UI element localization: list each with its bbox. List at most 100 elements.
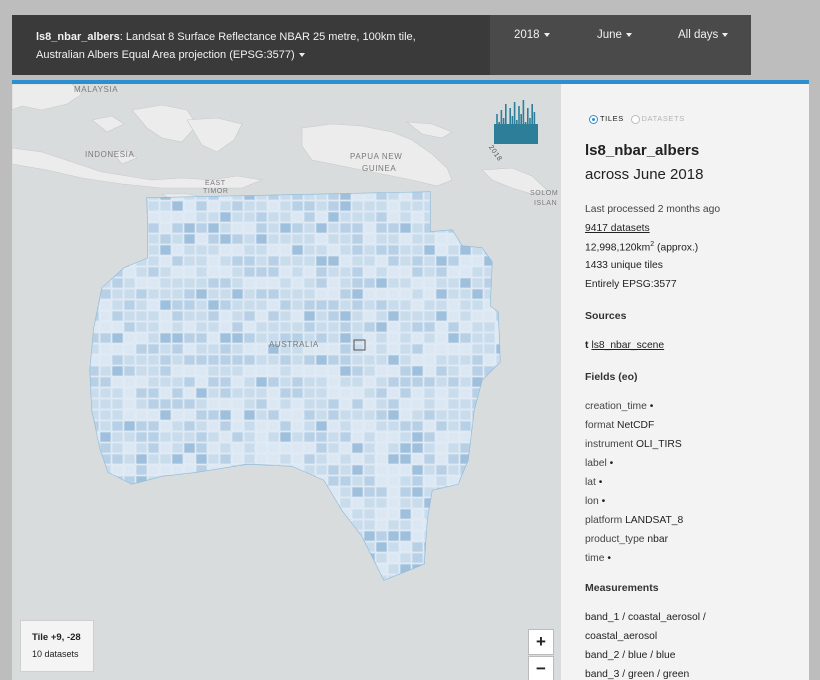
dataset-count-link[interactable]: 9417 datasets bbox=[585, 223, 650, 234]
coverage-tile bbox=[99, 365, 112, 377]
coverage-tile bbox=[387, 310, 400, 322]
coverage-tile bbox=[255, 453, 268, 465]
coverage-tile bbox=[255, 321, 268, 333]
zoom-out-button[interactable]: − bbox=[528, 656, 554, 680]
coverage-tile bbox=[171, 398, 184, 410]
coverage-tile bbox=[387, 222, 400, 234]
coverage-tile bbox=[447, 365, 460, 377]
coverage-tile bbox=[375, 398, 388, 410]
coverage-tile bbox=[387, 376, 400, 388]
coverage-tile bbox=[123, 409, 136, 421]
coverage-tile bbox=[147, 420, 160, 432]
coverage-tile bbox=[315, 409, 328, 421]
coverage-tile bbox=[147, 211, 160, 223]
coverage-tile bbox=[171, 266, 184, 278]
coverage-tile bbox=[243, 398, 256, 410]
coverage-tile bbox=[111, 387, 124, 399]
coverage-tile bbox=[363, 277, 376, 289]
coverage-tile bbox=[183, 266, 196, 278]
coverage-tile bbox=[207, 354, 220, 366]
coverage-tile bbox=[327, 321, 340, 333]
coverage-tile bbox=[375, 486, 388, 498]
coverage-tile bbox=[375, 266, 388, 278]
coverage-tile bbox=[99, 431, 112, 443]
coverage-tile bbox=[243, 321, 256, 333]
coverage-tile bbox=[255, 420, 268, 432]
tiles-radio[interactable]: TILES bbox=[589, 114, 624, 124]
coverage-tile bbox=[111, 464, 124, 476]
field-row: product_type nbar bbox=[585, 534, 668, 545]
coverage-tile bbox=[135, 343, 148, 355]
coverage-tile bbox=[207, 255, 220, 267]
coverage-tile bbox=[423, 442, 436, 454]
coverage-tile bbox=[255, 288, 268, 300]
coverage-tile bbox=[363, 299, 376, 311]
coverage-tile bbox=[123, 442, 136, 454]
coverage-tile bbox=[135, 387, 148, 399]
coverage-tile bbox=[435, 354, 448, 366]
coverage-tile bbox=[123, 431, 136, 443]
coverage-tile bbox=[255, 233, 268, 245]
coverage-tile bbox=[111, 376, 124, 388]
coverage-tile bbox=[255, 200, 268, 212]
coverage-tile bbox=[147, 266, 160, 278]
coverage-tile bbox=[147, 299, 160, 311]
coverage-tile bbox=[399, 343, 412, 355]
day-dropdown[interactable]: All days bbox=[678, 29, 729, 41]
coverage-tile bbox=[387, 420, 400, 432]
coverage-tile bbox=[219, 420, 232, 432]
coverage-tile bbox=[315, 310, 328, 322]
map-label-australia: AUSTRALIA bbox=[269, 340, 319, 349]
source-link[interactable]: ls8_nbar_scene bbox=[591, 340, 664, 351]
coverage-tile bbox=[399, 387, 412, 399]
coverage-tile bbox=[291, 255, 304, 267]
coverage-tile bbox=[279, 354, 292, 366]
coverage-tile bbox=[243, 387, 256, 399]
coverage-tile bbox=[303, 310, 316, 322]
field-row: creation_time • bbox=[585, 401, 653, 412]
coverage-tile bbox=[483, 343, 496, 355]
coverage-tile bbox=[387, 211, 400, 223]
coverage-tile bbox=[255, 211, 268, 223]
coverage-tile bbox=[111, 409, 124, 421]
year-dropdown[interactable]: 2018 bbox=[514, 29, 550, 41]
coverage-tile bbox=[123, 321, 136, 333]
coverage-tile bbox=[231, 431, 244, 443]
coverage-tile bbox=[351, 354, 364, 366]
coverage-tile bbox=[447, 321, 460, 333]
coverage-tile bbox=[267, 398, 280, 410]
coverage-tile bbox=[315, 453, 328, 465]
coverage-tile bbox=[171, 453, 184, 465]
map-canvas bbox=[12, 84, 561, 680]
coverage-tile bbox=[123, 365, 136, 377]
coverage-tile bbox=[399, 354, 412, 366]
month-dropdown[interactable]: June bbox=[597, 29, 632, 41]
coverage-tile bbox=[303, 222, 316, 234]
coverage-tile bbox=[471, 277, 484, 289]
coverage-tile bbox=[171, 200, 184, 212]
coverage-tile bbox=[279, 310, 292, 322]
field-key: format bbox=[585, 420, 618, 431]
coverage-tile bbox=[327, 332, 340, 344]
coverage-tile bbox=[267, 453, 280, 465]
datasets-radio[interactable]: DATASETS bbox=[630, 114, 685, 124]
zoom-in-button[interactable]: + bbox=[528, 629, 554, 655]
coverage-tile bbox=[399, 431, 412, 443]
field-row: format NetCDF bbox=[585, 420, 654, 431]
coverage-tile bbox=[387, 552, 400, 564]
coverage-tile bbox=[135, 464, 148, 476]
coverage-tile bbox=[219, 277, 232, 289]
coverage-tile bbox=[387, 563, 400, 575]
coverage-tile bbox=[279, 398, 292, 410]
coverage-tile bbox=[435, 365, 448, 377]
coverage-tile bbox=[375, 431, 388, 443]
product-title-dropdown[interactable]: ls8_nbar_albers: Landsat 8 Surface Refle… bbox=[12, 15, 490, 75]
coverage-tile bbox=[411, 431, 424, 443]
coverage-tile bbox=[387, 288, 400, 300]
coverage-tile bbox=[399, 332, 412, 344]
map-view[interactable]: MALAYSIA INDONESIA PAPUA NEW GUINEA EAST… bbox=[12, 80, 561, 680]
coverage-tile bbox=[411, 398, 424, 410]
coverage-tile bbox=[327, 211, 340, 223]
coverage-tile bbox=[207, 310, 220, 322]
coverage-tile bbox=[147, 442, 160, 454]
